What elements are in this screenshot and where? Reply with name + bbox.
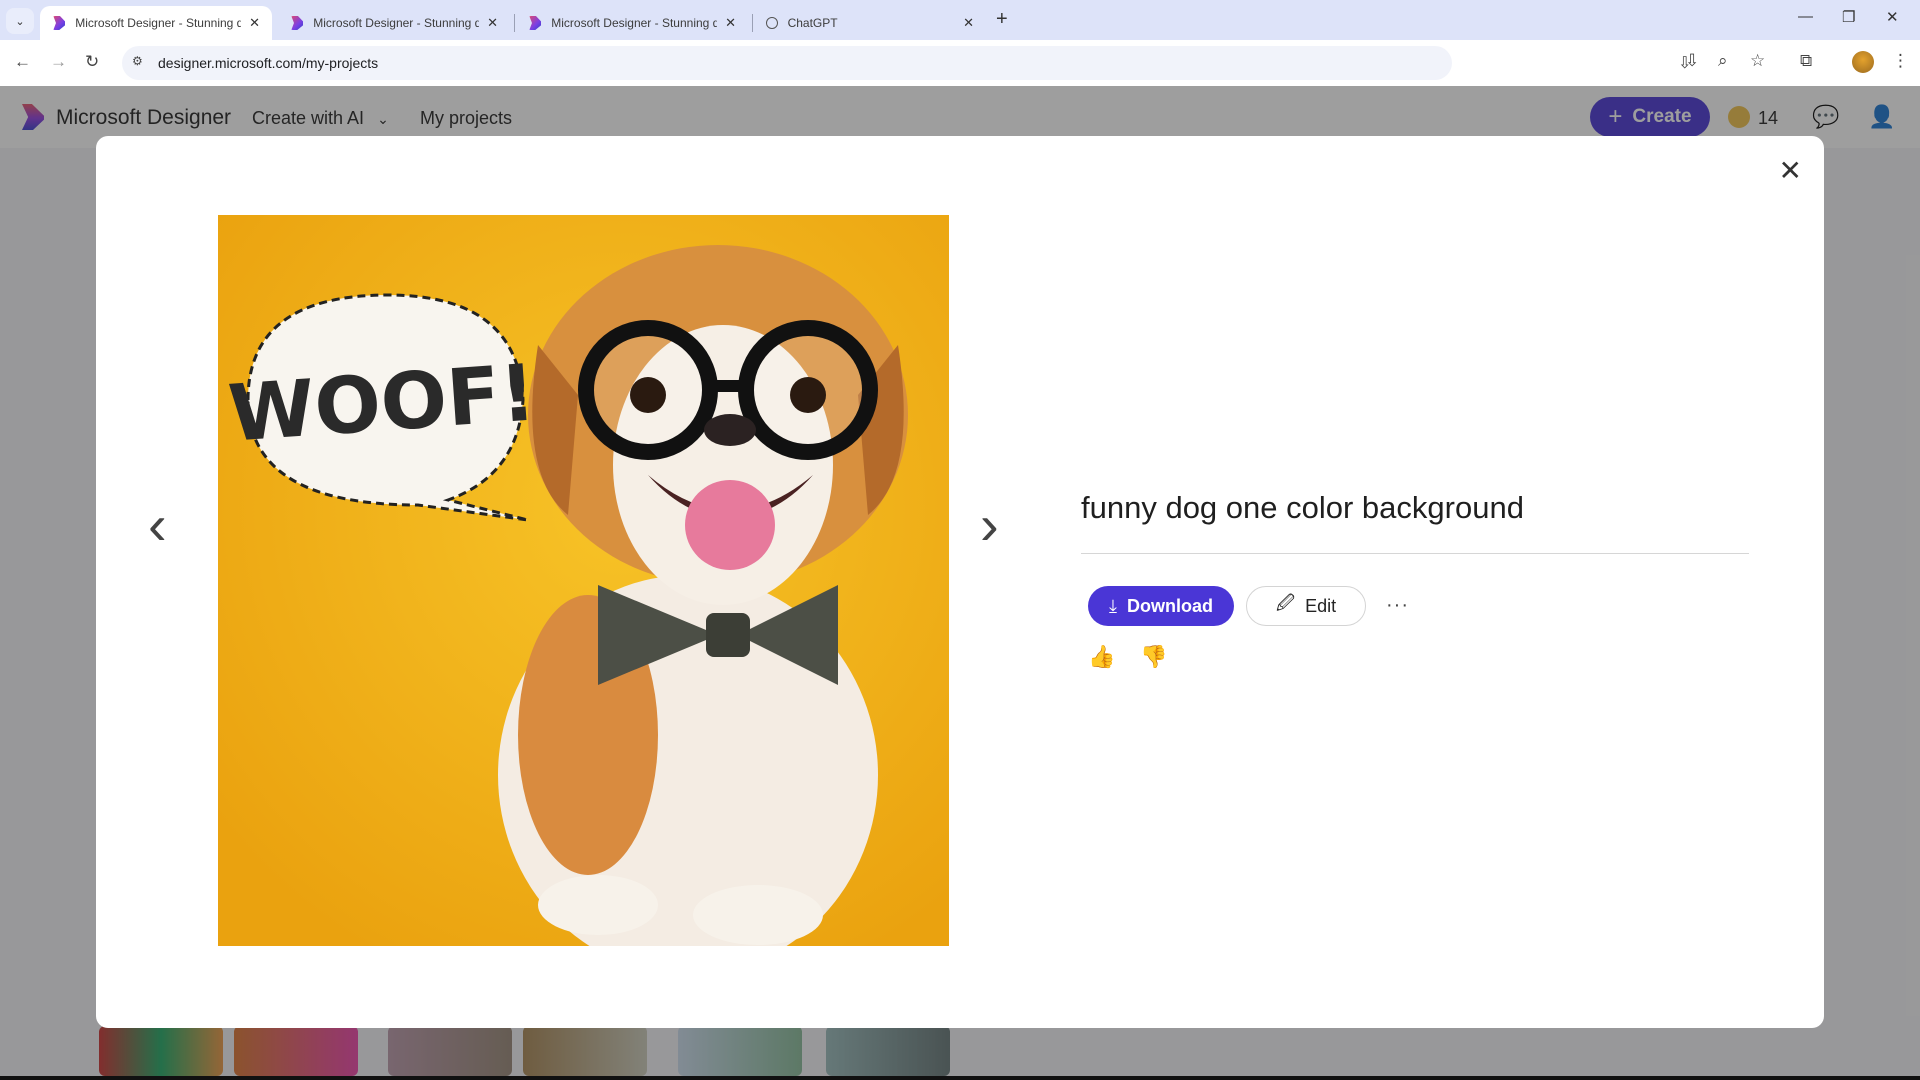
more-options-button[interactable]: ··· [1386,594,1409,617]
tab-search-button[interactable]: ⌄ [6,8,34,34]
edit-image-icon: 🖉 [1275,593,1296,613]
back-icon[interactable]: ← [14,52,31,72]
designer-favicon-icon [529,16,542,30]
browser-tab-3[interactable]: Microsoft Designer - Stunning designs in… [516,6,748,40]
browser-tab-4[interactable]: ChatGPT ✕ [754,6,986,40]
download-icon: ⤓ [1109,595,1117,616]
profile-avatar[interactable] [1852,51,1874,73]
bow-tie-knot [706,613,750,657]
download-button[interactable]: ⤓ Download [1088,586,1234,626]
browser-toolbar: ← → ↻ ⚙ designer.microsoft.com/my-projec… [0,40,1920,86]
dog-tongue [685,480,775,570]
dog-illustration: WOOF! [218,215,949,946]
tab-title: Microsoft Designer - Stunning designs in… [75,16,242,30]
tab-title: Microsoft Designer - Stunning designs in… [313,16,480,30]
chevron-down-icon: ⌄ [15,15,25,28]
image-preview-modal: ✕ ‹ › WOOF! funny dog one color backgrou… [96,136,1824,1028]
dog-paw [538,875,658,935]
designer-favicon-icon [291,16,304,30]
tab-separator [752,14,753,32]
bookmark-star-icon[interactable]: ☆ [1750,51,1765,71]
browser-menu-icon[interactable]: ⋮ [1892,51,1909,71]
close-tab-icon[interactable]: ✕ [725,15,736,31]
reload-icon[interactable]: ↻ [85,52,99,72]
site-info-icon[interactable]: ⚙ [132,54,143,68]
glasses-bridge [706,380,750,392]
address-bar[interactable]: ⚙ designer.microsoft.com/my-projects ⇩ [122,46,1691,80]
restore-icon[interactable]: ❐ [1842,8,1855,26]
tab-title: ChatGPT [787,16,838,30]
minimize-icon[interactable]: — [1798,8,1813,25]
chatgpt-favicon-icon [766,17,778,29]
edit-label: Edit [1305,595,1337,616]
forward-icon[interactable]: → [50,52,67,72]
install-app-icon[interactable]: ⇩ [1685,51,1699,71]
extensions-icon[interactable]: ⧉ [1800,51,1812,71]
close-tab-icon[interactable]: ✕ [963,15,974,31]
designer-page: Microsoft Designer Create with AI ⌄ My p… [0,86,1920,1080]
designer-favicon-icon [53,16,66,30]
next-image-arrow-icon[interactable]: › [980,492,999,557]
edit-button[interactable]: 🖉 Edit [1246,586,1366,626]
prompt-title: funny dog one color background [1081,490,1524,525]
thumbs-up-icon[interactable]: 👍 [1088,644,1115,670]
download-label: Download [1126,595,1213,616]
new-tab-button[interactable]: + [996,8,1008,31]
dog-nose [704,414,756,446]
browser-tab-strip: ⌄ Microsoft Designer - Stunning designs … [0,0,1920,40]
close-tab-icon[interactable]: ✕ [487,15,498,31]
zoom-icon[interactable]: ⌕ [1718,51,1728,71]
close-tab-icon[interactable]: ✕ [249,15,260,31]
divider [1081,553,1749,554]
browser-tab-2[interactable]: Microsoft Designer - Stunning designs in… [278,6,510,40]
generated-image: WOOF! [218,215,949,946]
thumbs-down-icon[interactable]: 👎 [1140,644,1167,670]
dog-paw [693,885,823,945]
screen-bottom-edge [0,1076,1920,1080]
url-text[interactable]: designer.microsoft.com/my-projects [158,55,378,71]
close-icon[interactable]: ✕ [1779,154,1802,187]
window-close-icon[interactable]: ✕ [1886,8,1899,26]
browser-tab-1[interactable]: Microsoft Designer - Stunning designs in… [40,6,272,40]
previous-image-arrow-icon[interactable]: ‹ [148,492,167,557]
tab-title: Microsoft Designer - Stunning designs in… [551,16,718,30]
tab-separator [514,14,515,32]
